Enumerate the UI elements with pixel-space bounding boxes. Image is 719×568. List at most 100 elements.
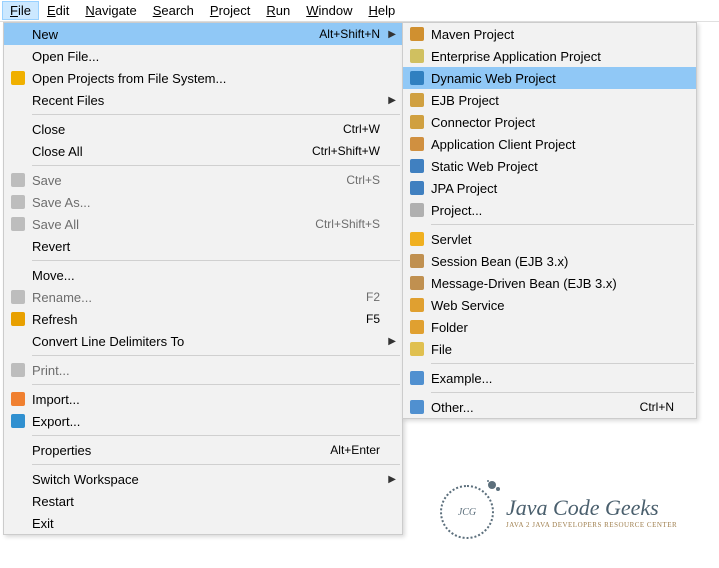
menubar-item-window[interactable]: Window <box>298 1 360 20</box>
save-all-icon <box>8 216 28 232</box>
file-menu-item-export[interactable]: Export... <box>4 410 402 432</box>
new-menu-item-session-bean-ejb-3-x[interactable]: Session Bean (EJB 3.x) <box>403 250 696 272</box>
blank-icon <box>8 493 28 509</box>
menu-item-label: Close All <box>28 144 312 159</box>
menubar-item-navigate[interactable]: Navigate <box>77 1 144 20</box>
new-menu-item-file[interactable]: File <box>403 338 696 360</box>
menubar-item-help[interactable]: Help <box>360 1 403 20</box>
menu-item-label: Exit <box>28 516 384 531</box>
file-menu-item-separator <box>32 114 400 115</box>
new-menu-item-connector-project[interactable]: Connector Project <box>403 111 696 133</box>
new-menu-item-servlet[interactable]: Servlet <box>403 228 696 250</box>
menu-item-label: Enterprise Application Project <box>427 49 678 64</box>
new-menu-item-project[interactable]: Project... <box>403 199 696 221</box>
file-icon <box>407 341 427 357</box>
save-as-icon <box>8 194 28 210</box>
connector-project-icon <box>407 114 427 130</box>
file-menu-item-close-all[interactable]: Close AllCtrl+Shift+W <box>4 140 402 162</box>
menubar-item-file[interactable]: File <box>2 1 39 20</box>
mdb-icon <box>407 275 427 291</box>
menu-item-label: Close <box>28 122 343 137</box>
blank-icon <box>8 515 28 531</box>
menu-item-label: Project... <box>427 203 678 218</box>
file-menu-item-move[interactable]: Move... <box>4 264 402 286</box>
menu-item-accelerator: F2 <box>366 290 384 304</box>
file-menu-item-open-file[interactable]: Open File... <box>4 45 402 67</box>
file-menu-item-rename: Rename...F2 <box>4 286 402 308</box>
file-menu-item-close[interactable]: CloseCtrl+W <box>4 118 402 140</box>
new-menu-item-web-service[interactable]: Web Service <box>403 294 696 316</box>
new-menu-item-application-client-project[interactable]: Application Client Project <box>403 133 696 155</box>
file-menu-item-import[interactable]: Import... <box>4 388 402 410</box>
file-menu-item-separator <box>32 435 400 436</box>
file-menu-item-separator <box>32 464 400 465</box>
new-menu-item-message-driven-bean-ejb-3-x[interactable]: Message-Driven Bean (EJB 3.x) <box>403 272 696 294</box>
file-menu-item-switch-workspace[interactable]: Switch Workspace▶ <box>4 468 402 490</box>
menu-item-label: Move... <box>28 268 384 283</box>
menubar-item-search[interactable]: Search <box>145 1 202 20</box>
new-menu-item-ejb-project[interactable]: EJB Project <box>403 89 696 111</box>
new-menu-item-folder[interactable]: Folder <box>403 316 696 338</box>
blank-icon <box>8 92 28 108</box>
new-menu-item-example[interactable]: Example... <box>403 367 696 389</box>
project-icon <box>407 202 427 218</box>
new-menu-item-enterprise-application-project[interactable]: Enterprise Application Project <box>403 45 696 67</box>
menu-item-label: Application Client Project <box>427 137 678 152</box>
new-menu-item-jpa-project[interactable]: JPA Project <box>403 177 696 199</box>
menu-item-label: Example... <box>427 371 678 386</box>
menu-item-label: Save As... <box>28 195 384 210</box>
menu-item-label: Folder <box>427 320 678 335</box>
menubar-item-project[interactable]: Project <box>202 1 258 20</box>
dynamic-web-project-icon <box>407 70 427 86</box>
submenu-arrow-icon: ▶ <box>384 474 396 485</box>
other-icon <box>407 399 427 415</box>
blank-icon <box>8 143 28 159</box>
file-menu-item-save-all: Save AllCtrl+Shift+S <box>4 213 402 235</box>
jcg-logo-icon: JCG <box>440 485 494 539</box>
menu-item-label: Refresh <box>28 312 366 327</box>
menu-item-accelerator: Ctrl+Shift+S <box>315 217 384 231</box>
menu-item-label: EJB Project <box>427 93 678 108</box>
menu-item-label: Servlet <box>427 232 678 247</box>
blank-icon <box>8 333 28 349</box>
menubar-item-edit[interactable]: Edit <box>39 1 77 20</box>
watermark-title: Java Code Geeks <box>506 495 677 521</box>
blank-icon <box>8 121 28 137</box>
menu-item-label: File <box>427 342 678 357</box>
new-menu-item-other[interactable]: Other...Ctrl+N <box>403 396 696 418</box>
menu-item-label: Print... <box>28 363 384 378</box>
file-menu-item-refresh[interactable]: RefreshF5 <box>4 308 402 330</box>
file-menu-item-new[interactable]: NewAlt+Shift+N▶ <box>4 23 402 45</box>
file-menu-item-exit[interactable]: Exit <box>4 512 402 534</box>
menu-item-label: Open Projects from File System... <box>28 71 384 86</box>
blank-icon <box>8 267 28 283</box>
file-menu-item-revert[interactable]: Revert <box>4 235 402 257</box>
ear-project-icon <box>407 48 427 64</box>
file-menu-item-restart[interactable]: Restart <box>4 490 402 512</box>
menu-item-label: Properties <box>28 443 330 458</box>
new-menu-item-dynamic-web-project[interactable]: Dynamic Web Project <box>403 67 696 89</box>
web-service-icon <box>407 297 427 313</box>
new-menu-item-maven-project[interactable]: Maven Project <box>403 23 696 45</box>
menu-item-label: Rename... <box>28 290 366 305</box>
submenu-arrow-icon: ▶ <box>384 95 396 106</box>
save-icon <box>8 172 28 188</box>
menubar-item-run[interactable]: Run <box>258 1 298 20</box>
print-icon <box>8 362 28 378</box>
file-menu-item-recent-files[interactable]: Recent Files▶ <box>4 89 402 111</box>
export-icon <box>8 413 28 429</box>
menu-item-label: Message-Driven Bean (EJB 3.x) <box>427 276 678 291</box>
blank-icon <box>8 48 28 64</box>
menu-item-label: Connector Project <box>427 115 678 130</box>
menu-item-accelerator: Ctrl+S <box>346 173 384 187</box>
menu-item-accelerator: Ctrl+N <box>640 400 678 414</box>
file-menu-item-save: SaveCtrl+S <box>4 169 402 191</box>
file-menu-item-properties[interactable]: PropertiesAlt+Enter <box>4 439 402 461</box>
menu-item-accelerator: Ctrl+Shift+W <box>312 144 384 158</box>
file-menu-item-convert-line-delimiters-to[interactable]: Convert Line Delimiters To▶ <box>4 330 402 352</box>
new-submenu-dropdown: Maven Project Enterprise Application Proj… <box>402 22 697 419</box>
file-menu-item-open-projects-from-file-system[interactable]: Open Projects from File System... <box>4 67 402 89</box>
menu-item-accelerator: F5 <box>366 312 384 326</box>
new-menu-item-static-web-project[interactable]: Static Web Project <box>403 155 696 177</box>
servlet-icon <box>407 231 427 247</box>
